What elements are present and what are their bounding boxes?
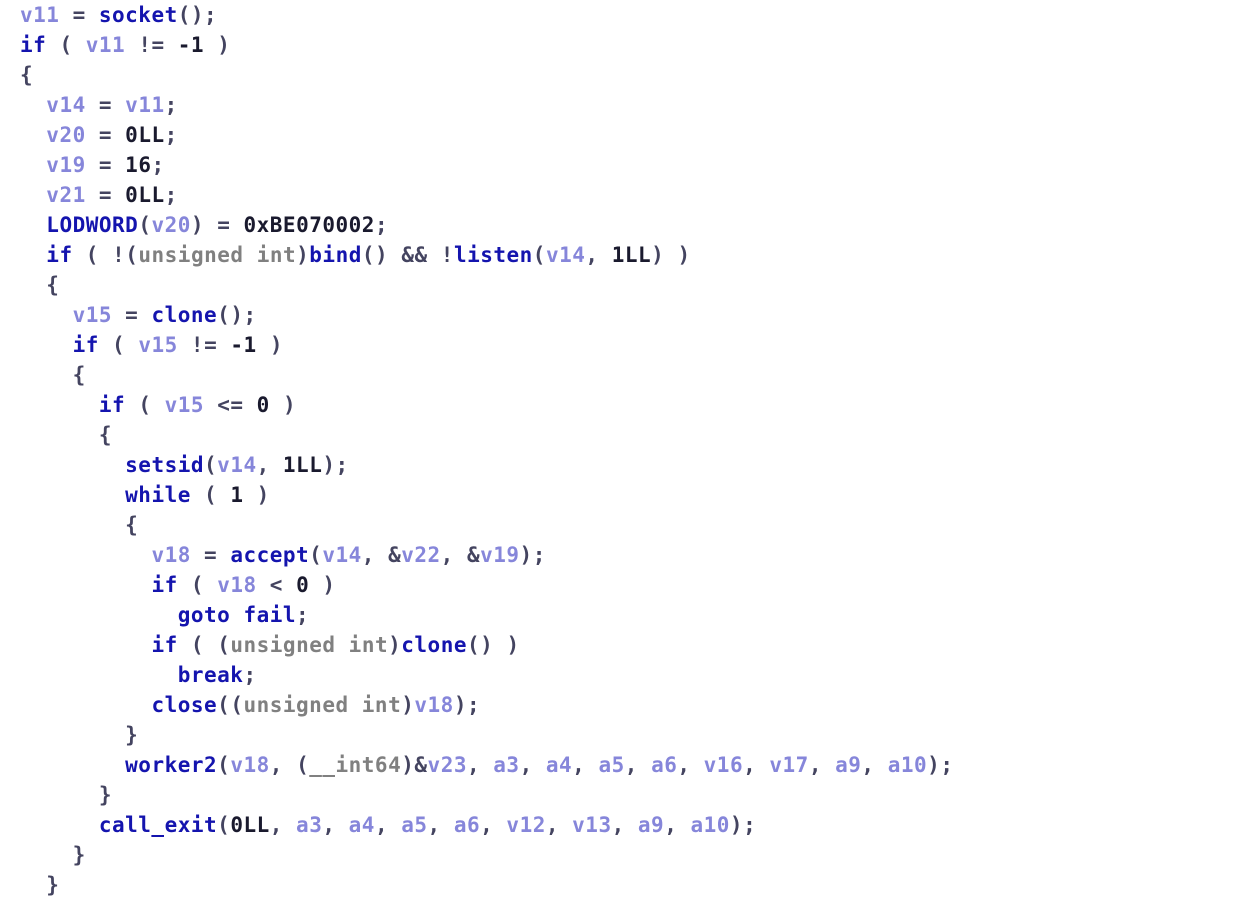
call-socket: socket xyxy=(99,3,178,27)
var-v12: v12 xyxy=(506,813,545,837)
hex-literal: 0xBE070002 xyxy=(244,213,375,237)
var-v23: v23 xyxy=(428,753,467,777)
var-v19: v19 xyxy=(46,153,85,177)
label-fail: fail xyxy=(243,603,296,627)
var-v22: v22 xyxy=(401,543,440,567)
var-v14: v14 xyxy=(46,93,85,117)
call-listen: listen xyxy=(454,243,533,267)
type-int64: __int64 xyxy=(309,753,401,777)
kw-while: while xyxy=(125,483,191,507)
var-v17: v17 xyxy=(769,753,808,777)
var-v16: v16 xyxy=(704,753,743,777)
brace-open: { xyxy=(20,63,33,87)
kw-break: break xyxy=(178,663,244,687)
call-exit: call_exit xyxy=(99,813,217,837)
type-int: int xyxy=(257,243,296,267)
call-worker2: worker2 xyxy=(125,753,217,777)
kw-goto: goto xyxy=(178,603,231,627)
var-v21: v21 xyxy=(46,183,85,207)
var-v20: v20 xyxy=(46,123,85,147)
var-v11: v11 xyxy=(20,3,59,27)
var-v15: v15 xyxy=(73,303,112,327)
call-setsid: setsid xyxy=(125,453,204,477)
decompiled-code-block: v11 = socket(); if ( v11 != -1 ) { v14 =… xyxy=(0,0,1252,900)
call-close: close xyxy=(151,693,217,717)
type-unsigned: unsigned xyxy=(138,243,243,267)
call-clone: clone xyxy=(151,303,217,327)
kw-if: if xyxy=(20,33,46,57)
call-bind: bind xyxy=(309,243,362,267)
call-accept: accept xyxy=(230,543,309,567)
macro-lodword: LODWORD xyxy=(46,213,138,237)
var-v18: v18 xyxy=(151,543,190,567)
var-v13: v13 xyxy=(572,813,611,837)
